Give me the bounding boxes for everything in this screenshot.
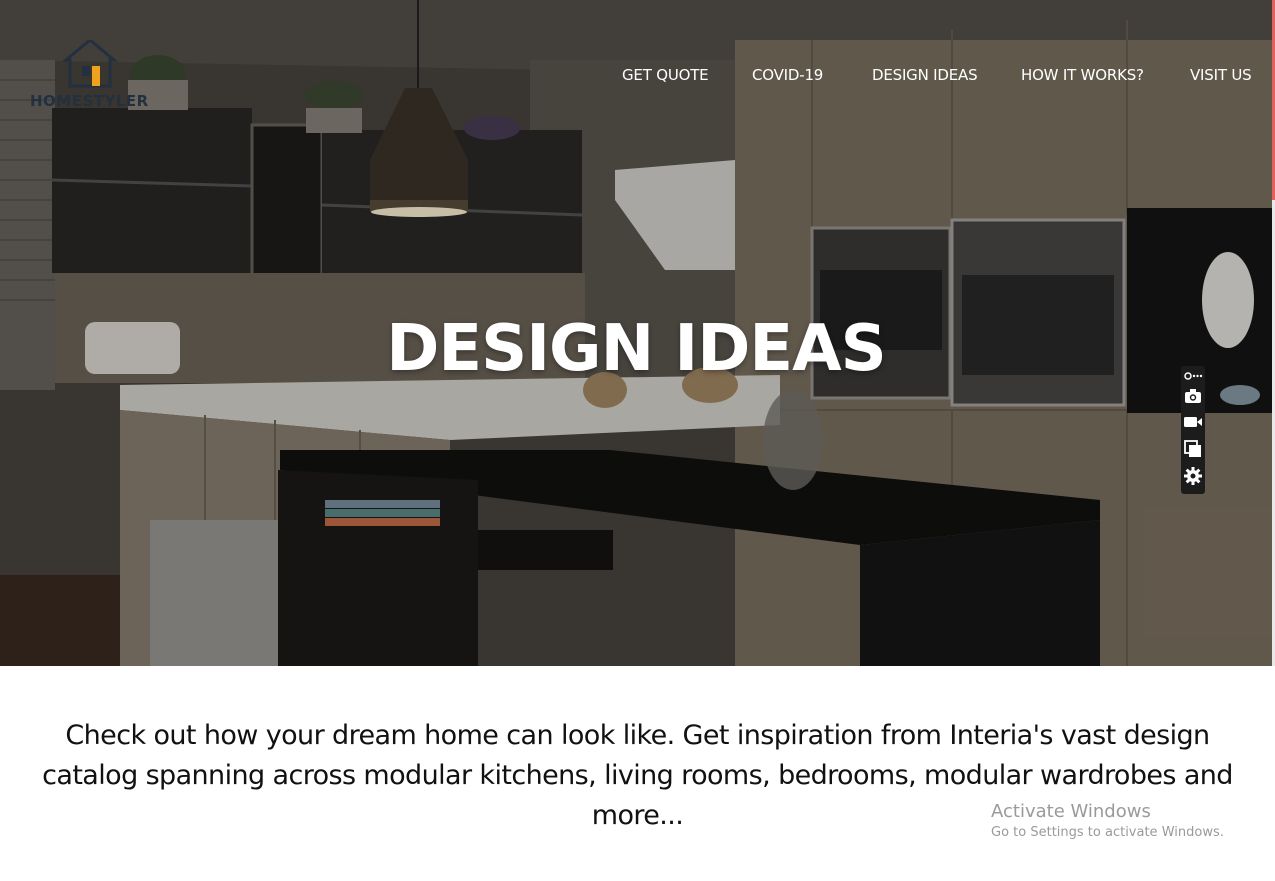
activate-windows-title: Activate Windows: [991, 801, 1151, 822]
video-icon[interactable]: [1183, 412, 1203, 432]
copy-icon[interactable]: [1183, 439, 1203, 459]
main-nav: GET QUOTE COVID-19 DESIGN IDEAS HOW IT W…: [0, 66, 1275, 88]
link-more-icon[interactable]: [1183, 368, 1203, 382]
gear-icon[interactable]: [1183, 466, 1203, 486]
camera-icon[interactable]: [1183, 386, 1203, 406]
nav-covid-19[interactable]: COVID-19: [752, 66, 823, 84]
hero-banner: DESIGN IDEAS: [0, 0, 1272, 666]
nav-how-it-works[interactable]: HOW IT WORKS?: [1021, 66, 1144, 84]
nav-design-ideas[interactable]: DESIGN IDEAS: [872, 66, 978, 84]
activate-windows-subtitle: Go to Settings to activate Windows.: [991, 825, 1224, 840]
capture-toolbar: [1181, 366, 1205, 494]
brand-name: HOMESTYLER: [30, 92, 149, 110]
nav-visit-us[interactable]: VISIT US: [1190, 66, 1252, 84]
nav-get-quote[interactable]: GET QUOTE: [622, 66, 709, 84]
hero-title: DESIGN IDEAS: [386, 312, 886, 386]
